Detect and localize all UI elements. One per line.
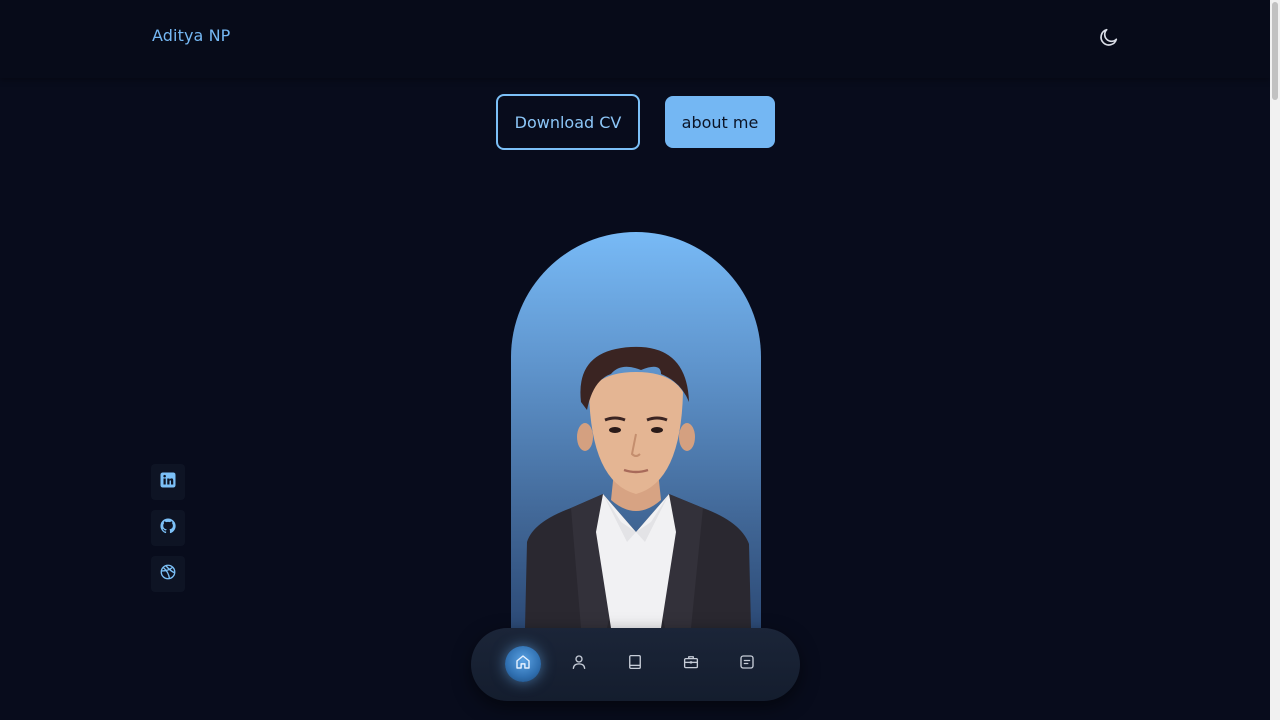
nav-portfolio[interactable]	[673, 646, 709, 682]
scrollbar-thumb[interactable]	[1272, 2, 1278, 100]
linkedin-icon	[159, 471, 177, 493]
dribbble-icon	[159, 563, 177, 585]
scrollbar-track[interactable]	[1270, 0, 1280, 720]
nav-home[interactable]	[505, 646, 541, 682]
nav-skills[interactable]	[617, 646, 653, 682]
user-icon	[570, 653, 588, 675]
nav-about[interactable]	[561, 646, 597, 682]
bottom-nav	[471, 628, 800, 701]
nav-contact[interactable]	[729, 646, 765, 682]
briefcase-icon	[682, 653, 700, 675]
logo[interactable]: Aditya NP	[152, 26, 230, 45]
linkedin-link[interactable]	[151, 464, 185, 500]
github-link[interactable]	[151, 510, 185, 546]
download-cv-button[interactable]: Download CV	[496, 94, 640, 150]
header: Aditya NP	[0, 0, 1270, 78]
portfolio-page: Aditya NP Download CV about me	[0, 0, 1280, 720]
github-icon	[159, 517, 177, 539]
home-icon	[514, 653, 532, 675]
message-icon	[738, 653, 756, 675]
book-icon	[626, 653, 644, 675]
dribbble-link[interactable]	[151, 556, 185, 592]
about-me-button[interactable]: about me	[665, 96, 775, 148]
moon-icon[interactable]	[1098, 26, 1120, 48]
profile-photo	[511, 232, 761, 628]
